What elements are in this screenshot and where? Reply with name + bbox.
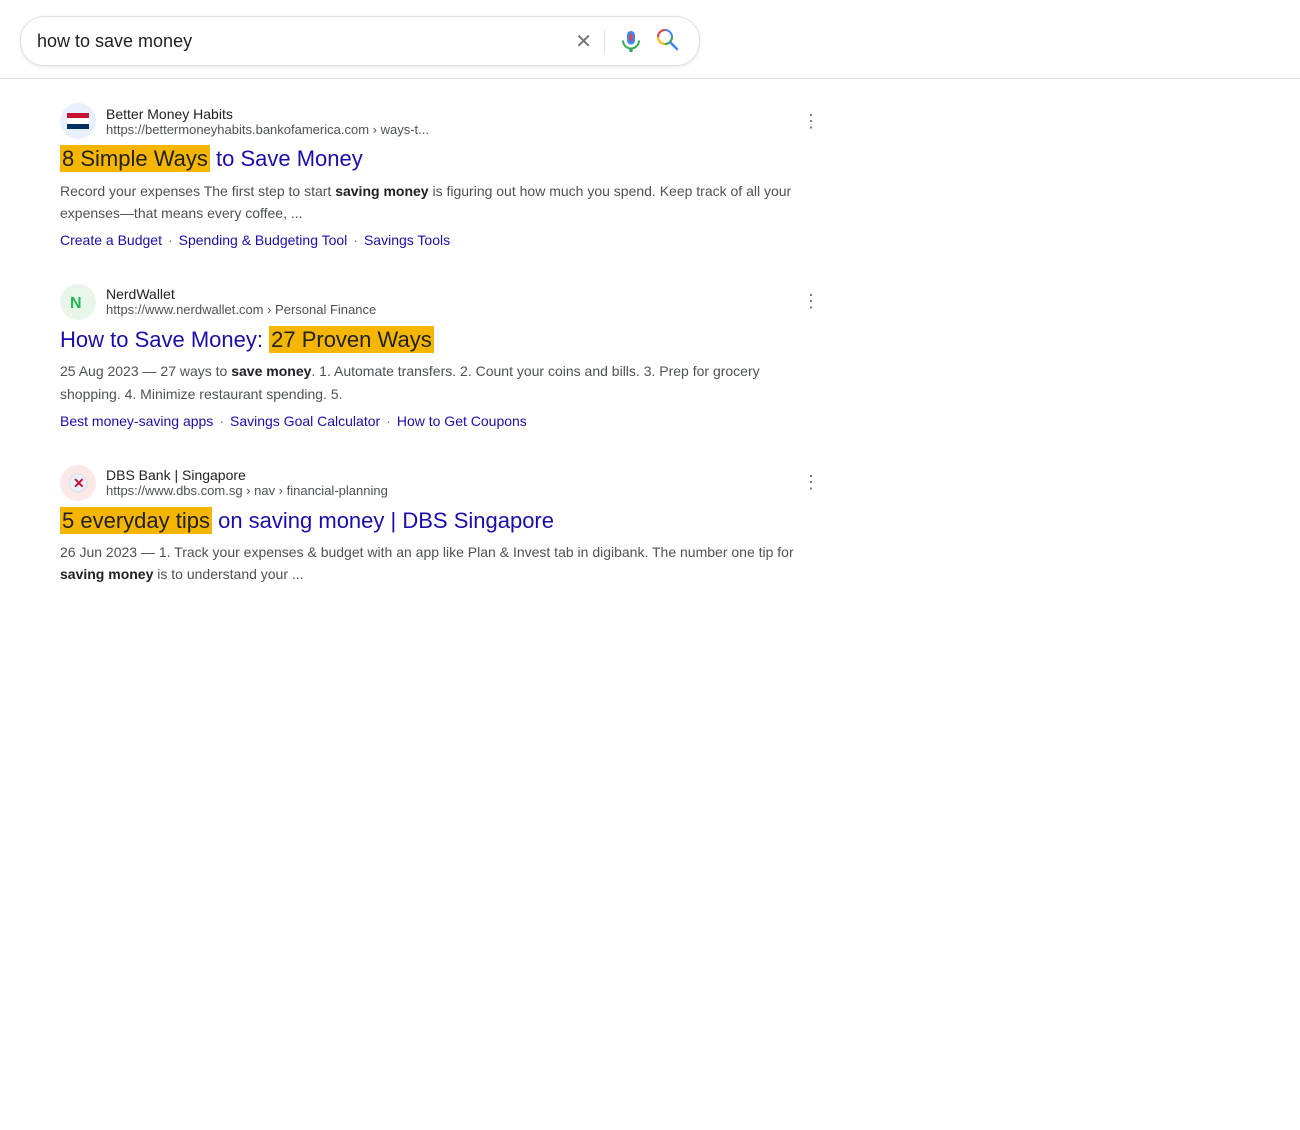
sitelink-separator: · (168, 232, 173, 248)
more-options-icon[interactable]: ⋮ (802, 111, 820, 132)
clear-icon[interactable]: ✕ (575, 29, 592, 54)
boa-favicon-icon (67, 113, 89, 129)
result-source-info: Better Money Habits https://bettermoneyh… (106, 106, 802, 137)
result-source: ✕ DBS Bank | Singapore https://www.dbs.c… (60, 465, 820, 501)
result-item: N NerdWallet https://www.nerdwallet.com … (60, 284, 820, 429)
result-title-link[interactable]: How to Save Money: 27 Proven Ways (60, 326, 820, 355)
search-bar[interactable]: how to save money ✕ (20, 16, 700, 66)
result-favicon: ✕ (60, 465, 96, 501)
svg-text:N: N (70, 295, 82, 312)
result-sitelinks: Create a Budget · Spending & Budgeting T… (60, 232, 820, 248)
more-options-icon[interactable]: ⋮ (802, 472, 820, 493)
voice-search-icon[interactable] (617, 27, 645, 55)
result-url: https://bettermoneyhabits.bankofamerica.… (106, 122, 802, 137)
result-source: N NerdWallet https://www.nerdwallet.com … (60, 284, 820, 320)
nw-favicon-icon: N (67, 291, 89, 313)
result-snippet: 25 Aug 2023 — 27 ways to save money. 1. … (60, 360, 820, 404)
result-snippet: Record your expenses The first step to s… (60, 180, 820, 224)
result-title-rest: to Save Money (210, 146, 363, 171)
result-sitelinks: Best money-saving apps · Savings Goal Ca… (60, 413, 820, 429)
sitelink-separator: · (353, 232, 358, 248)
result-source-info: NerdWallet https://www.nerdwallet.com › … (106, 286, 802, 317)
more-options-icon[interactable]: ⋮ (802, 291, 820, 312)
result-url: https://www.dbs.com.sg › nav › financial… (106, 483, 802, 498)
result-site-name: NerdWallet (106, 286, 802, 302)
result-title-highlight: 8 Simple Ways (60, 145, 210, 172)
result-title-link[interactable]: 8 Simple Ways to Save Money (60, 145, 820, 174)
result-source-info: DBS Bank | Singapore https://www.dbs.com… (106, 467, 802, 498)
result-site-name: Better Money Habits (106, 106, 802, 122)
result-source: Better Money Habits https://bettermoneyh… (60, 103, 820, 139)
result-title-link[interactable]: 5 everyday tips on saving money | DBS Si… (60, 507, 820, 536)
result-item: Better Money Habits https://bettermoneyh… (60, 103, 820, 248)
result-title-highlight: 27 Proven Ways (269, 326, 434, 353)
result-snippet: 26 Jun 2023 — 1. Track your expenses & b… (60, 541, 820, 585)
sitelink[interactable]: Create a Budget (60, 232, 162, 248)
result-title-highlight: 5 everyday tips (60, 507, 212, 534)
svg-text:✕: ✕ (73, 475, 85, 491)
result-favicon (60, 103, 96, 139)
sitelink[interactable]: Savings Tools (364, 232, 450, 248)
result-url: https://www.nerdwallet.com › Personal Fi… (106, 302, 802, 317)
result-favicon: N (60, 284, 96, 320)
result-item: ✕ DBS Bank | Singapore https://www.dbs.c… (60, 465, 820, 586)
sitelink[interactable]: Best money-saving apps (60, 413, 213, 429)
search-input[interactable]: how to save money (37, 31, 575, 52)
lens-search-icon[interactable] (655, 27, 683, 55)
search-divider (604, 29, 605, 53)
sitelink-savings-goal-calculator[interactable]: Savings Goal Calculator (230, 413, 380, 429)
dbs-favicon-icon: ✕ (67, 472, 89, 494)
results-container: Better Money Habits https://bettermoneyh… (0, 79, 1300, 645)
result-title-prefix: How to Save Money: (60, 327, 269, 352)
result-title-rest: on saving money | DBS Singapore (212, 508, 554, 533)
sitelink-separator: · (219, 413, 224, 429)
sitelink-how-to-get-coupons[interactable]: How to Get Coupons (397, 413, 527, 429)
result-site-name: DBS Bank | Singapore (106, 467, 802, 483)
sitelink[interactable]: Spending & Budgeting Tool (179, 232, 348, 248)
search-bar-container: how to save money ✕ (0, 0, 1300, 79)
sitelink-separator: · (386, 413, 391, 429)
